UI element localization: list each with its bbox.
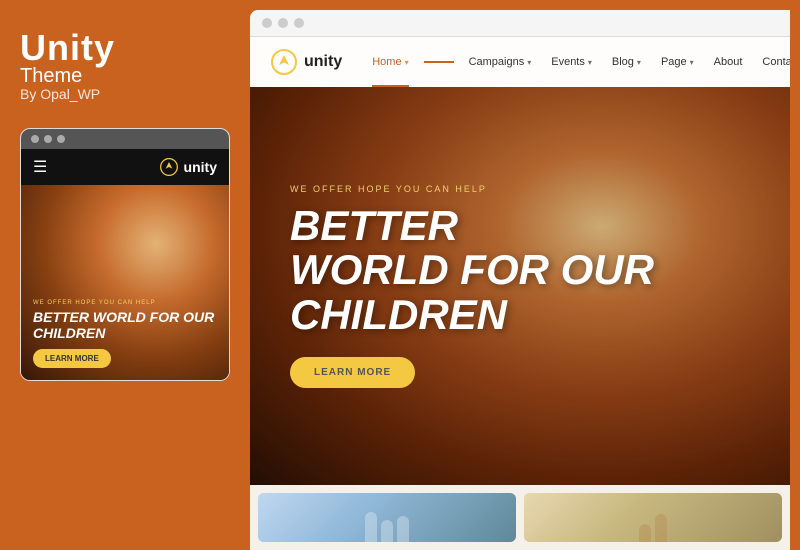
bottom-cards-section: [250, 485, 790, 550]
nav-link-home[interactable]: Home ▾: [362, 37, 418, 87]
chevron-down-icon: ▾: [527, 58, 531, 67]
person-shape: [381, 520, 393, 542]
person-shape: [397, 516, 409, 542]
bottom-card-image-2: [524, 493, 782, 542]
browser-dot-2: [278, 18, 288, 28]
hero-content: WE OFFER HOPE YOU CAN HELP BETTERWORLD F…: [250, 87, 790, 485]
mobile-browser-bar: [21, 129, 229, 149]
chevron-down-icon: ▾: [405, 58, 409, 67]
site-logo-text: unity: [304, 53, 342, 71]
nav-link-events[interactable]: Events ▾: [541, 37, 602, 87]
desktop-site-preview: unity Home ▾ Campaigns ▾ Events ▾ Blog: [250, 37, 790, 550]
browser-bar: [250, 10, 790, 37]
nav-links: Home ▾ Campaigns ▾ Events ▾ Blog ▾ Page: [362, 37, 790, 87]
mobile-hero: WE OFFER HOPE YOU CAN HELP BETTER WORLD …: [21, 185, 229, 380]
site-nav: unity Home ▾ Campaigns ▾ Events ▾ Blog: [250, 37, 790, 87]
nav-link-campaigns[interactable]: Campaigns ▾: [459, 37, 542, 87]
person-shape: [639, 524, 651, 542]
theme-author: By Opal_WP: [20, 86, 230, 102]
person-shape: [365, 512, 377, 542]
hero-title: BETTERWORLD FOR OURCHILDREN: [290, 204, 690, 336]
chevron-down-icon: ▾: [637, 58, 641, 67]
mobile-dot-3: [57, 135, 65, 143]
hamburger-icon[interactable]: ☰: [33, 157, 47, 177]
site-unity-logo-icon: [270, 48, 298, 76]
mobile-hero-small-text: WE OFFER HOPE YOU CAN HELP: [33, 300, 217, 306]
people-shape-1: [258, 503, 516, 542]
mobile-hero-title: BETTER WORLD FOR OUR CHILDREN: [33, 310, 217, 341]
nav-link-contact[interactable]: Contact: [752, 37, 790, 87]
nav-divider: [424, 61, 454, 63]
mobile-dot-1: [31, 135, 39, 143]
mobile-preview: ☰ unity WE OFFER HOPE YOU CAN HELP BETTE…: [20, 128, 230, 381]
mobile-nav: ☰ unity: [21, 149, 229, 185]
nav-link-about[interactable]: About: [704, 37, 753, 87]
theme-title-block: Unity Theme By Opal_WP: [20, 30, 230, 102]
bottom-card-2: [524, 493, 782, 542]
theme-subtitle: Theme: [20, 66, 230, 86]
browser-dot-1: [262, 18, 272, 28]
mobile-logo-text: unity: [184, 159, 217, 175]
site-logo: unity: [270, 48, 342, 76]
mobile-dot-2: [44, 135, 52, 143]
chevron-down-icon: ▾: [690, 58, 694, 67]
mobile-logo: unity: [159, 157, 217, 177]
people-shape-2: [524, 503, 782, 542]
chevron-down-icon: ▾: [588, 58, 592, 67]
browser-dot-3: [294, 18, 304, 28]
left-panel: Unity Theme By Opal_WP ☰ unity WE OFFER …: [0, 0, 250, 550]
mobile-unity-logo-icon: [159, 157, 179, 177]
hero-section: WE OFFER HOPE YOU CAN HELP BETTERWORLD F…: [250, 87, 790, 485]
nav-link-page[interactable]: Page ▾: [651, 37, 704, 87]
bottom-card-image-1: [258, 493, 516, 542]
hero-small-text: WE OFFER HOPE YOU CAN HELP: [290, 184, 750, 194]
theme-title: Unity: [20, 30, 230, 66]
nav-link-blog[interactable]: Blog ▾: [602, 37, 651, 87]
right-panel: unity Home ▾ Campaigns ▾ Events ▾ Blog: [250, 10, 790, 550]
person-shape: [655, 514, 667, 542]
mobile-learn-more-button[interactable]: LEARN MORE: [33, 349, 111, 368]
bottom-card-1: [258, 493, 516, 542]
hero-learn-more-button[interactable]: LEARN MORE: [290, 357, 415, 388]
